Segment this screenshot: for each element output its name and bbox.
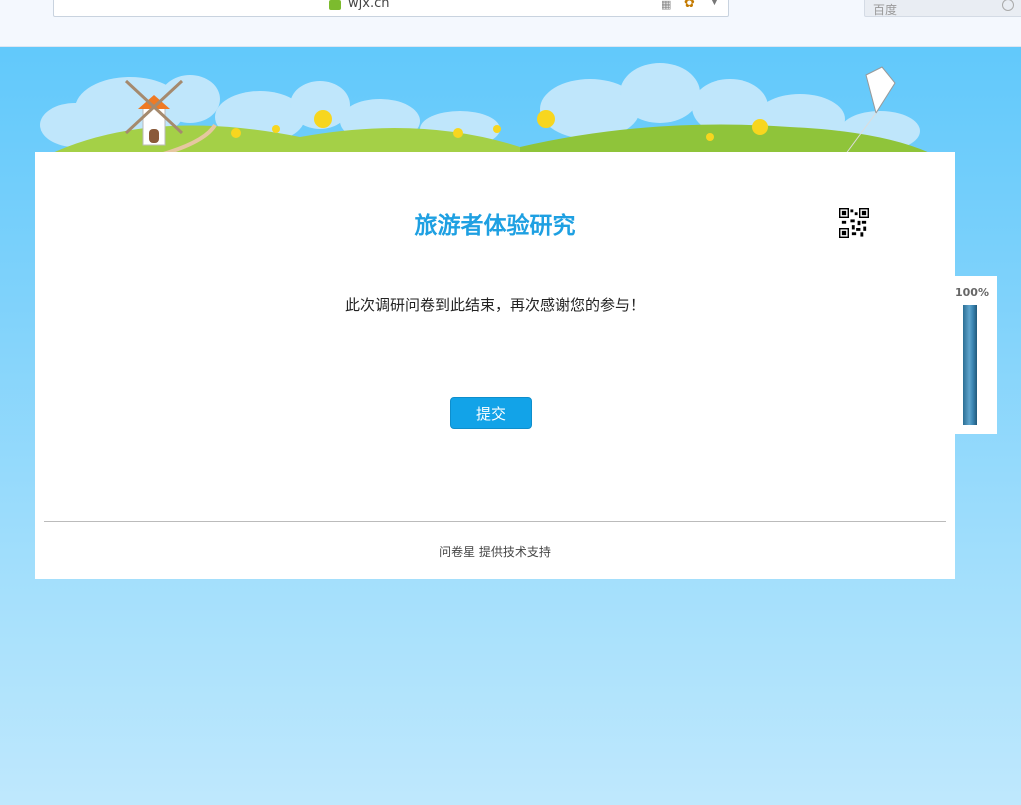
progress-panel: 100% (955, 276, 997, 434)
scenery-banner (40, 63, 930, 157)
address-bar[interactable]: wjx.cn ▦ ✿ ▼ (53, 0, 729, 17)
address-url[interactable]: wjx.cn (348, 0, 389, 11)
dropdown-icon[interactable]: ▼ (711, 0, 718, 7)
search-placeholder: 百度 (873, 3, 898, 17)
qr-code-icon[interactable] (839, 208, 869, 238)
end-message: 此次调研问卷到此结束，再次感谢您的参与！ (344, 296, 645, 314)
search-box[interactable]: 百度 (864, 0, 1021, 17)
progress-fill (963, 305, 977, 425)
submit-button[interactable]: 提交 (450, 397, 532, 429)
footer-divider (44, 521, 946, 522)
survey-title: 旅游者体验研究 (414, 213, 576, 239)
progress-percent: 100% (955, 286, 989, 299)
footer-credit: 问卷星 提供技术支持 (439, 545, 551, 559)
browser-toolbar: wjx.cn ▦ ✿ ▼ 百度 (0, 0, 1021, 47)
lock-icon (329, 0, 341, 10)
qr-mini-icon[interactable]: ▦ (661, 0, 671, 11)
progress-track (963, 305, 977, 425)
extension-icon[interactable]: ✿ (684, 0, 700, 11)
search-icon[interactable] (1002, 0, 1014, 11)
survey-card: 旅游者体验研究 此次调研问卷到此结束，再次感谢您的参与！ 提交 问卷星 提供技术… (35, 152, 955, 579)
